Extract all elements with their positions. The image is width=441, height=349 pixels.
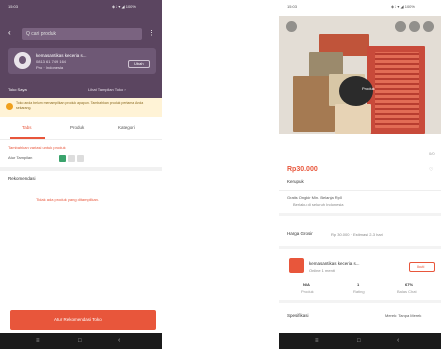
stat-value: 1 <box>357 282 360 287</box>
search-placeholder: Q cari produk <box>26 31 57 37</box>
tab-products[interactable]: Produk <box>70 125 84 131</box>
my-shop-link[interactable]: Toko Saya <box>8 88 27 92</box>
user-icon <box>19 56 26 64</box>
toggle-option[interactable] <box>68 155 75 162</box>
set-recommendation-label: Atur Rekomendasi Toko <box>54 317 102 322</box>
spec-value[interactable]: Merek: Tanpa Merek <box>385 314 421 318</box>
divider <box>279 213 441 216</box>
product-price: Rp30.000 <box>287 166 318 173</box>
active-tab-indicator <box>10 137 45 139</box>
stat-label: Produk <box>301 289 314 294</box>
display-setting-label: Atur Tampilan <box>8 155 33 160</box>
home-icon[interactable]: □ <box>78 338 82 344</box>
share-icon[interactable] <box>395 21 406 32</box>
status-time: 15:03 <box>287 4 298 9</box>
store-name[interactable]: kemasantikas keceria s... <box>309 261 360 267</box>
shop-location: Pro · Indonesia <box>36 65 64 70</box>
more-icon[interactable] <box>423 21 434 32</box>
favorite-icon[interactable]: ♡ <box>429 168 433 173</box>
stat-value: 67% <box>405 282 414 287</box>
status-indicators: ◈ ⁞ ▾ ◢ 100% <box>391 4 415 9</box>
back-icon[interactable] <box>286 21 297 32</box>
status-indicators: ◈ ⁞ ▾ ◢ 100% <box>112 4 136 9</box>
edit-shop-label: Ubah <box>134 61 144 66</box>
promo-line-2: Berlaku di seluruh Indonesia <box>293 202 344 207</box>
empty-message: Tidak ada produk yang ditampilkan. <box>36 197 99 202</box>
image-counter: 0/0 <box>429 151 435 156</box>
view-shop-link[interactable]: Lihat Tampilan Toko › <box>88 88 126 92</box>
follow-label: Ikuti <box>417 264 425 269</box>
stat-value: N/A <box>303 282 310 287</box>
product-photo[interactable] <box>279 16 441 134</box>
more-icon[interactable]: ⋮ <box>148 30 155 37</box>
spec-label: Spesifikasi <box>287 313 309 318</box>
menu-icon[interactable]: ≡ <box>315 338 319 344</box>
tab-categories[interactable]: Kategori <box>118 125 135 131</box>
section-title: Rekomendasi <box>8 176 36 181</box>
info-line[interactable]: Tambahkan variasi untuk produk <box>8 146 66 150</box>
divider <box>279 190 441 191</box>
menu-icon[interactable]: ≡ <box>36 338 40 344</box>
back-nav-icon[interactable]: ‹ <box>397 337 399 344</box>
shop-name: kemasantikas keceria s... <box>36 53 87 58</box>
stat-label: Balas Chat <box>397 289 417 294</box>
wholesale-value: Rp 30.000 · Estimasi 2-3 hari <box>331 232 383 237</box>
warning-icon <box>6 103 13 110</box>
store-avatar[interactable] <box>289 258 304 273</box>
status-bar <box>279 0 441 16</box>
back-icon[interactable]: ‹ <box>8 29 11 37</box>
tab-tabs[interactable]: Tabs <box>22 125 32 131</box>
warning-text: Toko anda belum menampilkan produk apapu… <box>16 101 144 110</box>
promo-line-1: Gratis Ongkir Min. Belanja Rp0 <box>287 195 343 200</box>
stat-label: Rating <box>353 289 365 294</box>
left-phone-screen: 15:03 ◈ ⁞ ▾ ◢ 100% ‹ Q cari produk ⋮ kem… <box>0 0 162 349</box>
divider <box>279 300 441 303</box>
toggle-option[interactable] <box>77 155 84 162</box>
home-icon[interactable]: □ <box>357 338 361 344</box>
wholesale-label: Harga Grosir <box>287 231 313 236</box>
right-phone-screen: 15:03 ◈ ⁞ ▾ ◢ 100% Produk 0/0 Rp30.000 ♡… <box>279 0 441 349</box>
store-status: Online 1 menit <box>309 268 335 273</box>
divider <box>279 246 441 249</box>
status-time: 15:03 <box>8 4 19 9</box>
shop-phone: 0813 61 749 164 <box>36 59 67 64</box>
photo-badge: Produk <box>362 86 375 91</box>
cart-icon[interactable] <box>409 21 420 32</box>
product-name: Kerupuk <box>287 179 304 184</box>
back-nav-icon[interactable]: ‹ <box>118 337 120 344</box>
divider <box>0 167 162 171</box>
toggle-switch[interactable] <box>59 155 66 162</box>
